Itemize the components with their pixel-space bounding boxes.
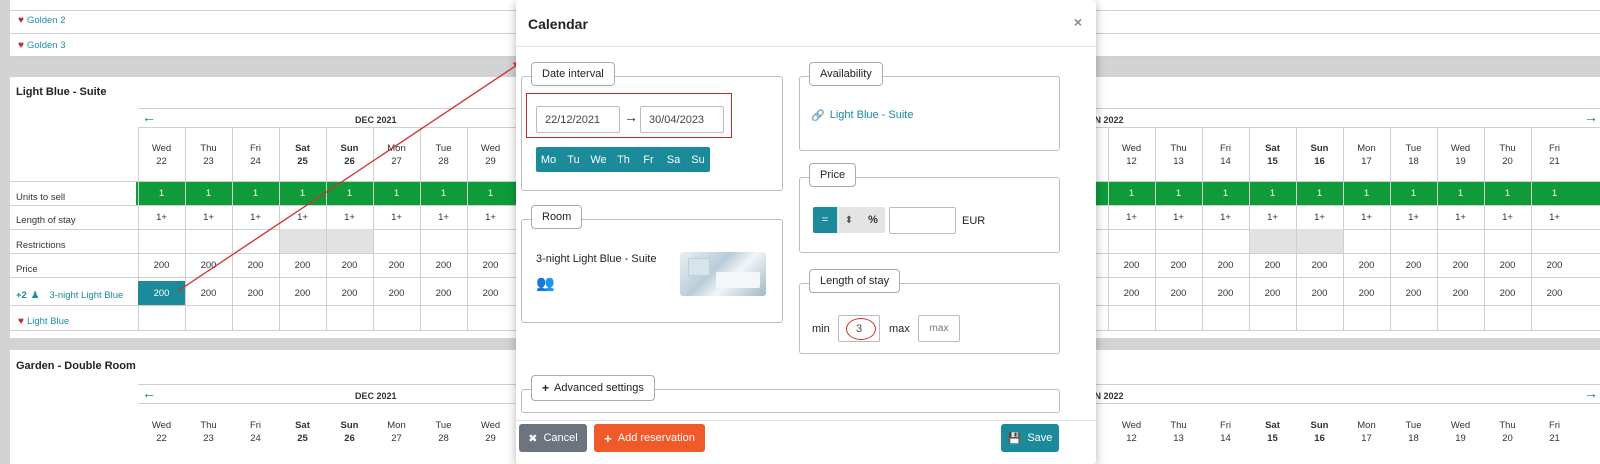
price-legend: Price — [809, 163, 857, 187]
price-mode-equal[interactable]: = — [813, 207, 837, 233]
availability-legend: Availability — [809, 62, 883, 86]
modal-title: Calendar — [528, 16, 588, 32]
arrow-right-icon: → — [624, 109, 638, 125]
price-mode-percent[interactable]: % — [861, 207, 885, 233]
currency-label: EUR — [962, 215, 986, 227]
close-icon: ✖ — [528, 432, 538, 445]
availability-link[interactable]: 🔗 Light Blue - Suite — [811, 109, 913, 122]
calendar-modal: Calendar × Date interval 22/12/2021 → 30… — [516, 0, 1096, 464]
price-input[interactable] — [889, 207, 956, 234]
weekday-toggle-fr[interactable]: Fr — [636, 147, 661, 172]
room-thumbnail — [680, 252, 766, 296]
date-from-input[interactable]: 22/12/2021 — [536, 106, 620, 133]
cancel-button[interactable]: ✖ Cancel — [519, 424, 587, 452]
room-name: 3-night Light Blue - Suite — [536, 253, 657, 265]
max-label: max — [889, 323, 910, 335]
floppy-disk-icon: 💾 — [1007, 432, 1022, 445]
date-to-input[interactable]: 30/04/2023 — [640, 106, 724, 133]
max-stay-input[interactable] — [918, 315, 960, 342]
advanced-settings-toggle[interactable]: + Advanced settings — [531, 375, 655, 401]
min-label: min — [812, 323, 830, 335]
los-legend: Length of stay — [809, 269, 901, 293]
weekday-toggle-tu[interactable]: Tu — [561, 147, 586, 172]
price-mode-increase-decrease[interactable]: ⬍ — [837, 207, 861, 233]
plus-icon: + — [542, 381, 550, 395]
plus-icon: + — [604, 430, 612, 446]
weekday-toggle-mo[interactable]: Mo — [536, 147, 561, 172]
weekday-toggle-we[interactable]: We — [586, 147, 611, 172]
weekday-toggle-th[interactable]: Th — [611, 147, 636, 172]
weekday-toggle-su[interactable]: Su — [686, 147, 710, 172]
room-legend: Room — [531, 205, 583, 229]
save-button[interactable]: 💾 Save — [1001, 424, 1059, 452]
date-interval-legend: Date interval — [531, 62, 615, 86]
link-icon: 🔗 — [811, 110, 825, 122]
weekday-toggle-sa[interactable]: Sa — [661, 147, 686, 172]
two-persons-icon: 👥 — [536, 275, 555, 292]
add-reservation-button[interactable]: + Add reservation — [594, 424, 705, 452]
highlight-circle — [846, 318, 876, 340]
close-icon[interactable]: × — [1074, 14, 1082, 30]
